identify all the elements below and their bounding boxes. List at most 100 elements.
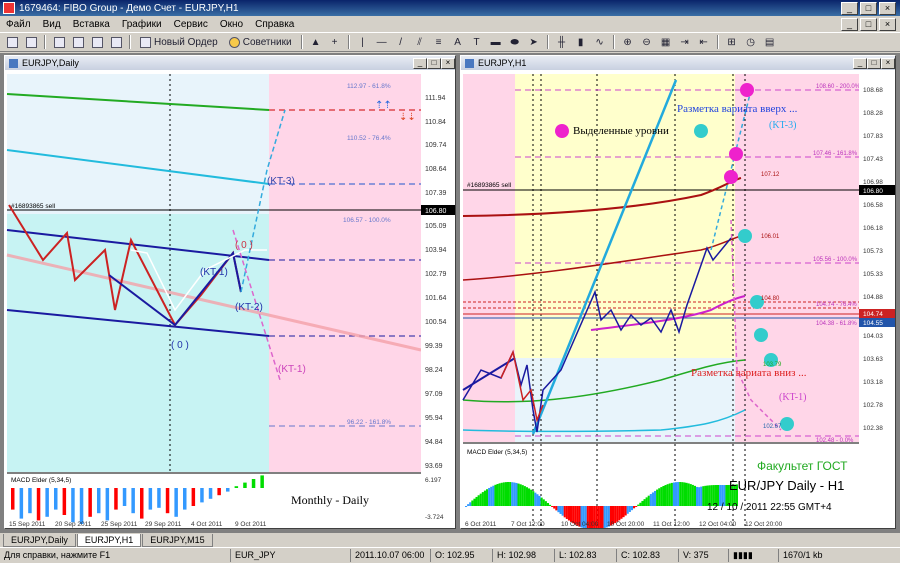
chart-maximize-button[interactable]: □	[867, 57, 881, 69]
chart-caption: Monthly - Daily	[291, 493, 369, 507]
text-icon[interactable]: A	[450, 34, 466, 50]
navigator-icon[interactable]	[70, 34, 86, 50]
date-label: 20 Sep 2011	[55, 521, 92, 528]
macd-bar	[649, 494, 652, 506]
autoscroll-icon[interactable]: ⇥	[677, 34, 693, 50]
arrows-icon[interactable]: ➤	[526, 34, 542, 50]
date-label: 10 Oct 04:00	[561, 521, 599, 528]
status-high: H: 102.98	[492, 549, 554, 562]
channel-icon[interactable]: ⫽	[412, 34, 428, 50]
periods-icon[interactable]: ◷	[743, 34, 759, 50]
close-button[interactable]: ×	[879, 1, 896, 15]
status-traffic: 1670/1 kb	[778, 549, 846, 562]
bar-chart-icon[interactable]: ╫	[554, 34, 570, 50]
tab-eurjpy-m15[interactable]: EURJPY,M15	[142, 534, 213, 547]
vertical-line-icon[interactable]: |	[355, 34, 371, 50]
shift-icon[interactable]: ⇤	[696, 34, 712, 50]
date-label: 11 Oct 12:00	[653, 521, 690, 528]
macd-bar	[538, 495, 541, 506]
chart-close-button[interactable]: ×	[881, 57, 895, 69]
minimize-button[interactable]: _	[841, 1, 858, 15]
macd-bar	[471, 500, 474, 506]
macd-bar	[251, 479, 256, 488]
menu-view[interactable]: Вид	[37, 19, 67, 30]
market-watch-icon[interactable]	[51, 34, 67, 50]
zoom-in-icon[interactable]: ⊕	[620, 34, 636, 50]
profiles-icon[interactable]	[23, 34, 39, 50]
macd-bar	[666, 484, 669, 506]
macd-bar	[174, 488, 178, 517]
price-label: 105.09	[425, 223, 447, 230]
chart-window-titlebar[interactable]: EURJPY,Daily _ □ ×	[5, 56, 455, 70]
cursor-icon[interactable]: ▲	[308, 34, 324, 50]
macd-bar	[662, 485, 665, 506]
mdi-restore-button[interactable]: □	[860, 17, 877, 31]
tester-icon[interactable]	[108, 34, 124, 50]
mdi-close-button[interactable]: ×	[879, 17, 896, 31]
macd-bar	[200, 488, 204, 503]
macd-bar	[260, 475, 264, 488]
chart-minimize-button[interactable]: _	[853, 57, 867, 69]
chart-window-titlebar[interactable]: EURJPY,H1 _ □ ×	[461, 56, 895, 70]
macd-bar	[551, 506, 554, 507]
magenta-dot-icon	[740, 83, 754, 97]
line-chart-icon[interactable]: ∿	[592, 34, 608, 50]
macd-bar	[515, 482, 518, 506]
macd-bar	[668, 483, 671, 506]
macd-bar	[702, 486, 705, 506]
macd-bar	[475, 496, 478, 506]
toolbar: Новый Ордер Советники ▲ + | — / ⫽ ≡ A T …	[0, 32, 900, 52]
date-label: 12 Oct 04:00	[699, 521, 737, 528]
kt3-label: (KT-3)	[769, 120, 796, 131]
level-label: 106.01	[761, 234, 780, 240]
menu-help[interactable]: Справка	[249, 19, 300, 30]
menu-tools[interactable]: Сервис	[168, 19, 214, 30]
macd-bar	[645, 497, 648, 506]
status-datetime: 2011.10.07 06:00	[350, 549, 430, 562]
terminal-icon[interactable]	[89, 34, 105, 50]
menu-window[interactable]: Окно	[214, 19, 249, 30]
maximize-button[interactable]: □	[860, 1, 877, 15]
chart-window-daily[interactable]: EURJPY,Daily _ □ × 111.94 110.84 109.74 …	[4, 55, 456, 529]
chart-window-h1[interactable]: EURJPY,H1 _ □ × #16893865 sell 108.60 - …	[460, 55, 896, 529]
new-order-button[interactable]: Новый Ордер	[136, 34, 222, 50]
rectangle-icon[interactable]: ▬	[488, 34, 504, 50]
price-label: 107.39	[425, 190, 447, 197]
light-blue-zone	[7, 74, 269, 214]
templates-icon[interactable]: ▤	[762, 34, 778, 50]
chart-maximize-button[interactable]: □	[427, 57, 441, 69]
macd-bar	[616, 506, 619, 522]
label-icon[interactable]: T	[469, 34, 485, 50]
menu-file[interactable]: Файл	[0, 19, 37, 30]
tile-icon[interactable]: ▦	[658, 34, 674, 50]
faculty-caption: Факультет ГОСТ	[757, 459, 848, 473]
indicator-label: MACD Elder (5,34,5)	[11, 477, 71, 484]
h1-chart-canvas[interactable]: #16893865 sell 108.60 - 200.0% 107.46 - …	[461, 70, 895, 528]
new-chart-icon[interactable]	[4, 34, 20, 50]
trendline-icon[interactable]: /	[393, 34, 409, 50]
indicators-icon[interactable]: ⊞	[724, 34, 740, 50]
tab-eurjpy-h1[interactable]: EURJPY,H1	[76, 534, 142, 547]
macd-bar	[601, 506, 604, 528]
horizontal-line-icon[interactable]: —	[374, 34, 390, 50]
macd-bar	[525, 487, 528, 506]
macd-bar	[517, 483, 520, 506]
menu-charts[interactable]: Графики	[116, 19, 168, 30]
advisors-button[interactable]: Советники	[225, 34, 296, 50]
crosshair-icon[interactable]: +	[327, 34, 343, 50]
tab-eurjpy-daily[interactable]: EURJPY,Daily	[3, 534, 76, 547]
subwindow-divider	[7, 472, 421, 474]
fibo-icon[interactable]: ≡	[431, 34, 447, 50]
ellipse-icon[interactable]: ⬬	[507, 34, 523, 50]
candles-icon[interactable]: ▮	[573, 34, 589, 50]
app-icon	[3, 2, 15, 14]
macd-bar	[481, 492, 484, 506]
buy-arrows-icon: ⇡⇡	[375, 100, 392, 111]
chart-minimize-button[interactable]: _	[413, 57, 427, 69]
chart-close-button[interactable]: ×	[441, 57, 455, 69]
zoom-out-icon[interactable]: ⊖	[639, 34, 655, 50]
mdi-minimize-button[interactable]: _	[841, 17, 858, 31]
menu-insert[interactable]: Вставка	[67, 19, 116, 30]
daily-chart-canvas[interactable]: 111.94 110.84 109.74 108.64 107.39 105.0…	[5, 70, 455, 528]
macd-bar	[540, 497, 543, 506]
